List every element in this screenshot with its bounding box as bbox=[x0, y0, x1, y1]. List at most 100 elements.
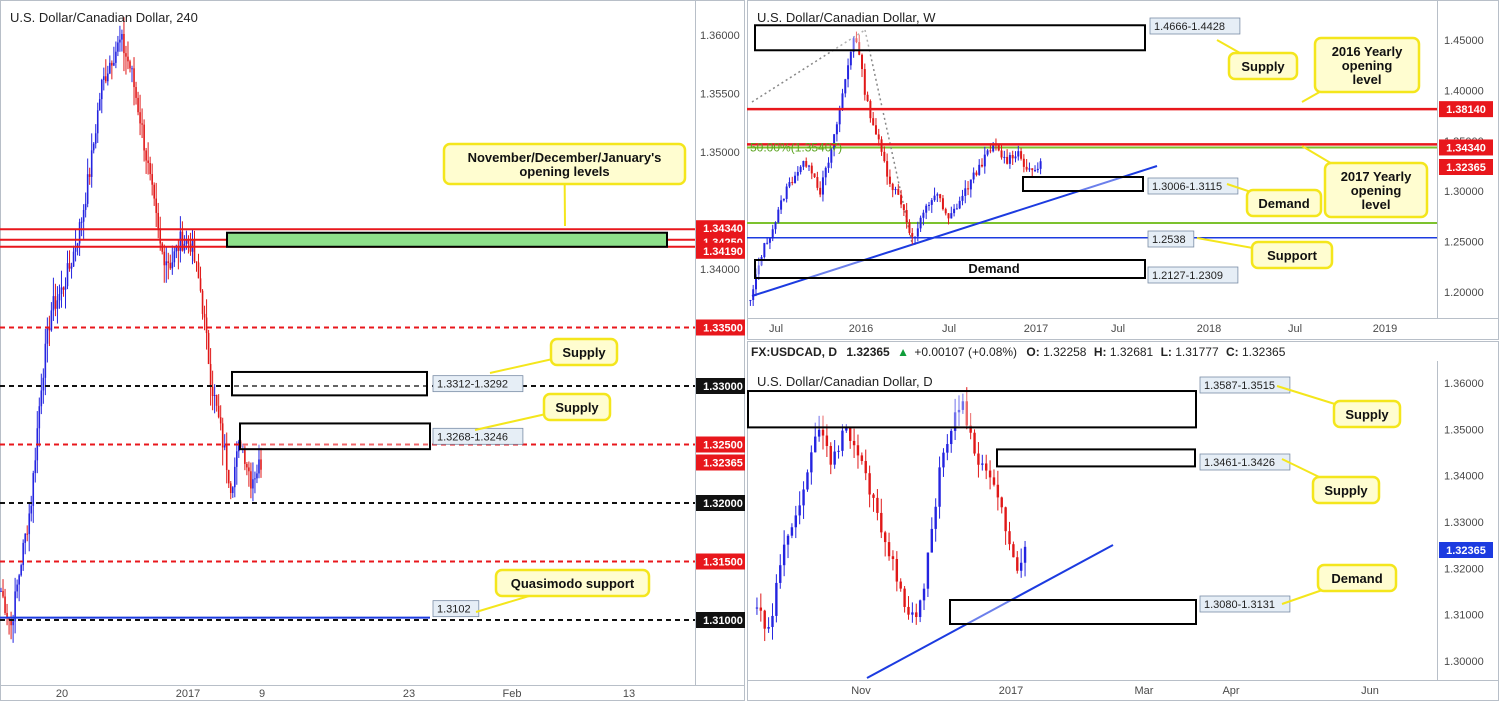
candle-body bbox=[782, 198, 785, 201]
y-tick-label: 1.34000 bbox=[1444, 471, 1484, 483]
candle-body bbox=[1031, 168, 1034, 171]
candle-body bbox=[18, 575, 20, 585]
candle-body bbox=[111, 62, 113, 66]
candle-body bbox=[944, 209, 947, 214]
candle-body bbox=[1016, 557, 1019, 571]
callout-2016-yearly-text: level bbox=[1353, 72, 1382, 87]
tag-h4-31500-label: 1.31500 bbox=[703, 557, 743, 569]
candle-body bbox=[151, 174, 153, 185]
candle-body bbox=[137, 97, 139, 113]
candle-body bbox=[922, 588, 926, 601]
x-tick-label: Jul bbox=[1288, 323, 1302, 335]
h4-chart[interactable]: 1.3312-1.3292 1.3268-1.3246 1.3102 November… bbox=[0, 0, 745, 701]
candle-body bbox=[225, 445, 228, 470]
candle-body bbox=[113, 62, 115, 66]
candle-body bbox=[946, 444, 949, 453]
weekly-chart[interactable]: 50.00%(1.35407) 1.4666-1.4428 1.3006-1.311… bbox=[747, 0, 1499, 340]
candle-body bbox=[926, 552, 930, 589]
daily-chart[interactable]: 1.3587-1.3515 1.3461-1.3426 1.3080-1.3131 S… bbox=[747, 341, 1499, 701]
x-tick-label: Apr bbox=[1222, 685, 1239, 697]
candle-body bbox=[942, 452, 945, 468]
y-tick-label: 1.20000 bbox=[1444, 287, 1484, 299]
callout-demand-daily-text: Demand bbox=[1331, 571, 1382, 586]
callout-2017-yearly-text: 2017 Yearly bbox=[1341, 169, 1412, 184]
candle-body bbox=[0, 590, 2, 592]
x-tick-label: Jul bbox=[1111, 323, 1125, 335]
candle-body bbox=[1025, 166, 1028, 170]
candle-body bbox=[12, 621, 14, 626]
candle-body bbox=[155, 198, 157, 213]
callout-opening-levels-text: opening levels bbox=[519, 164, 609, 179]
candle-body bbox=[58, 294, 61, 301]
candle-body bbox=[856, 445, 860, 456]
candle-body bbox=[897, 189, 900, 195]
candle-body bbox=[66, 263, 69, 287]
candle-body bbox=[775, 582, 778, 616]
candle-body bbox=[997, 145, 1000, 151]
candle-body bbox=[1039, 161, 1042, 169]
candle-body bbox=[996, 484, 1000, 498]
candle-body bbox=[838, 108, 841, 125]
candle-body bbox=[205, 317, 208, 334]
candle-body bbox=[258, 459, 260, 474]
callout-opening-levels-text: November/December/January's bbox=[468, 150, 662, 165]
candle-body bbox=[941, 198, 944, 210]
candle-body bbox=[1022, 158, 1025, 167]
candle-body bbox=[802, 161, 805, 167]
candle-body bbox=[213, 394, 216, 396]
y-tick-label: 1.35500 bbox=[700, 89, 740, 101]
candle-body bbox=[1012, 544, 1015, 558]
candle-body bbox=[969, 179, 972, 190]
candle-body bbox=[254, 478, 256, 480]
supply-zone-daily-2 bbox=[996, 448, 1196, 468]
x-tick-label: Jun bbox=[1361, 685, 1379, 697]
candle-body bbox=[819, 187, 822, 195]
candle-body bbox=[1003, 156, 1006, 158]
candle-body bbox=[903, 588, 906, 607]
candle-body bbox=[883, 532, 887, 543]
candle-body bbox=[119, 39, 121, 43]
zone-tag-daily-3-label: 1.3080-1.3131 bbox=[1204, 599, 1275, 611]
candle-body bbox=[98, 99, 101, 111]
candle-body bbox=[847, 65, 850, 80]
candle-body bbox=[950, 430, 953, 445]
candle-body bbox=[863, 69, 866, 95]
tag-h4-33500-label: 1.33500 bbox=[703, 323, 743, 335]
candle-body bbox=[992, 477, 996, 485]
candle-body bbox=[90, 150, 93, 177]
candle-body bbox=[790, 527, 794, 536]
candle-body bbox=[782, 544, 786, 566]
candle-body bbox=[159, 228, 162, 244]
candle-body bbox=[824, 167, 827, 178]
candle-body bbox=[933, 195, 936, 201]
candle-body bbox=[805, 161, 808, 167]
candle-body bbox=[752, 289, 755, 300]
candle-body bbox=[227, 469, 230, 484]
candle-body bbox=[42, 377, 45, 391]
candle-body bbox=[915, 612, 918, 618]
supply-zone-h4-1 bbox=[231, 370, 428, 397]
candle-body bbox=[246, 463, 248, 468]
candle-body bbox=[755, 607, 759, 609]
candle-body bbox=[763, 243, 766, 258]
candle-body bbox=[207, 333, 210, 365]
daily-low: 1.31777 bbox=[1175, 345, 1219, 359]
y-tick-label: 1.45000 bbox=[1444, 35, 1484, 47]
candle-body bbox=[810, 452, 813, 473]
zone-tag-weekly-2-label: 1.3006-1.3115 bbox=[1152, 181, 1222, 193]
candle-body bbox=[74, 247, 77, 252]
candle-body bbox=[115, 51, 117, 63]
y-tick-label: 1.30000 bbox=[1444, 656, 1484, 668]
candle-body bbox=[914, 236, 917, 238]
candle-body bbox=[759, 607, 763, 611]
candle-body bbox=[223, 445, 226, 448]
candle-body bbox=[147, 160, 149, 164]
weekly-title: U.S. Dollar/Canadian Dollar, W bbox=[757, 10, 936, 25]
candle-body bbox=[930, 200, 933, 205]
candle-body bbox=[68, 263, 71, 269]
zone-tag-weekly-3-label: 1.2538 bbox=[1152, 234, 1186, 246]
candle-body bbox=[807, 165, 810, 167]
candle-body bbox=[231, 487, 234, 494]
demand-zone-daily bbox=[949, 599, 1197, 625]
candle-body bbox=[233, 466, 236, 488]
